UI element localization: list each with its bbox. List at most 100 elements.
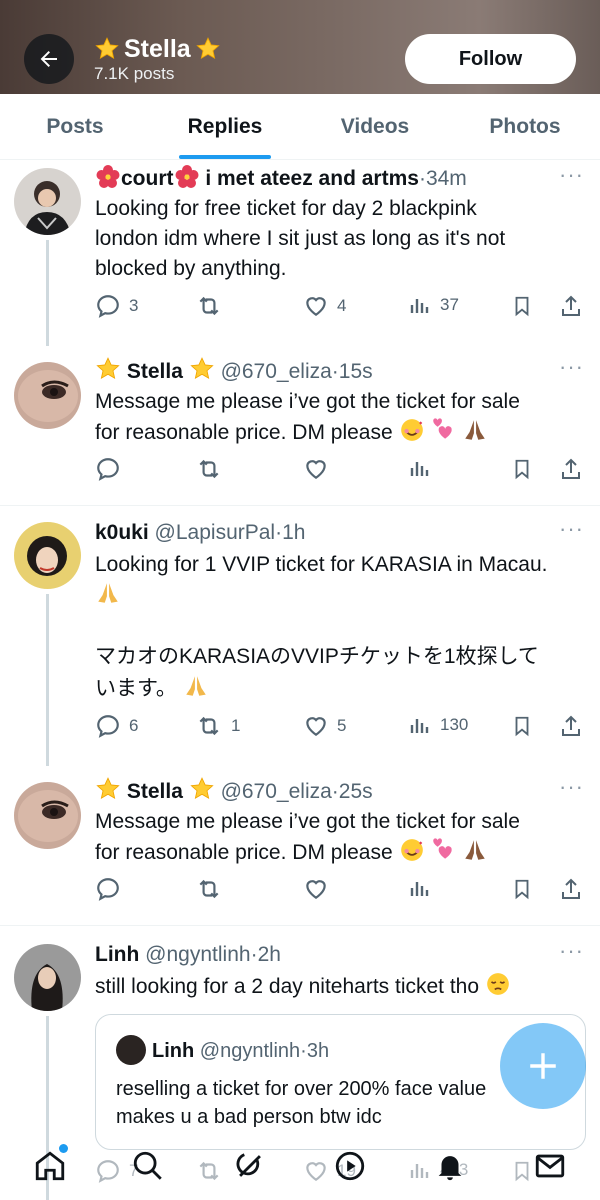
more-options-icon[interactable]: ···	[559, 162, 584, 188]
retweet-button[interactable]	[195, 293, 231, 319]
avatar[interactable]	[14, 782, 81, 849]
author-name[interactable]: Linh	[95, 943, 139, 966]
tweet-text-line: います。	[95, 673, 590, 704]
compose-button[interactable]	[500, 1023, 586, 1109]
retweet-button[interactable]	[195, 876, 231, 902]
tweet-actions: 6 1 5 130	[95, 713, 585, 743]
quote-text-line: reselling a ticket for over 200% face va…	[116, 1078, 487, 1100]
tab-photos[interactable]: Photos	[450, 94, 600, 159]
retweet-button[interactable]: 1	[195, 713, 240, 739]
nav-communities[interactable]	[328, 1144, 372, 1188]
nav-messages[interactable]	[528, 1144, 572, 1188]
tweet[interactable]: Stella @670_eliza·25s ··· Message me ple…	[0, 766, 600, 924]
reply-icon	[97, 1160, 119, 1183]
like-button[interactable]	[303, 456, 337, 482]
nav-notifications[interactable]	[428, 1144, 472, 1188]
tab-videos[interactable]: Videos	[300, 94, 450, 159]
reply-button[interactable]: 3	[95, 293, 138, 319]
tweet[interactable]: Stella @670_eliza·15s ··· Message me ple…	[0, 346, 600, 504]
nav-search[interactable]	[126, 1144, 170, 1188]
author-name-text: Stella	[126, 360, 183, 383]
share-icon	[562, 295, 580, 316]
tweet[interactable]: k0uki @LapisurPal·1h ··· Looking for 1 V…	[0, 506, 600, 766]
author-handle[interactable]: @LapisurPal	[155, 521, 276, 544]
tab-replies[interactable]: Replies	[150, 94, 300, 159]
bookmark-icon	[515, 296, 529, 317]
more-options-icon[interactable]: ···	[559, 774, 584, 800]
nav-grok[interactable]	[228, 1144, 272, 1188]
bookmark-button[interactable]	[511, 293, 533, 319]
tab-label: Photos	[489, 114, 561, 138]
views-button[interactable]	[408, 876, 440, 900]
author-name[interactable]: k0uki	[95, 521, 149, 544]
follow-button[interactable]: Follow	[405, 34, 576, 84]
avatar[interactable]	[14, 168, 81, 235]
profile-title-block: Stella 7.1K posts	[94, 34, 221, 84]
search-icon	[133, 1151, 162, 1180]
tweet-header: Stella @670_eliza·25s	[95, 776, 590, 807]
author-handle[interactable]: @670_eliza	[221, 780, 332, 803]
views-button[interactable]: 37	[408, 293, 459, 317]
retweet-button[interactable]	[195, 1158, 223, 1184]
like-icon	[306, 460, 326, 479]
share-button[interactable]	[559, 713, 583, 739]
share-button[interactable]	[559, 456, 583, 482]
profile-header: Stella 7.1K posts Follow	[0, 0, 600, 94]
reply-button[interactable]	[95, 876, 129, 902]
retweet-icon	[199, 296, 219, 316]
retweet-button[interactable]	[195, 456, 231, 482]
reply-button[interactable]	[95, 456, 129, 482]
more-options-icon[interactable]: ···	[559, 354, 584, 380]
tab-posts[interactable]: Posts	[0, 94, 150, 159]
reply-button[interactable]: 6	[95, 713, 138, 739]
avatar[interactable]	[14, 944, 81, 1011]
views-button[interactable]	[408, 456, 440, 480]
author-name[interactable]: Stella	[95, 357, 215, 383]
avatar[interactable]	[14, 362, 81, 429]
tweet[interactable]: court i met ateez and artms·34m ··· Look…	[0, 160, 600, 346]
author-handle[interactable]: @670_eliza	[221, 360, 332, 383]
quote-avatar	[116, 1035, 146, 1065]
bookmark-button[interactable]	[511, 456, 533, 482]
active-tab-indicator	[179, 155, 271, 159]
bookmark-icon	[515, 459, 529, 480]
tweet-text-line: for reasonable price. DM please	[95, 837, 590, 868]
more-options-icon[interactable]: ···	[559, 938, 584, 964]
tweet-actions	[95, 876, 585, 906]
tweet-text-line: london idm where I sit just as long as i…	[95, 227, 506, 250]
author-handle[interactable]: @ngyntlinh	[145, 943, 250, 966]
like-button[interactable]: 5	[303, 713, 346, 739]
tab-label: Posts	[46, 114, 104, 138]
author-name-text: Stella	[126, 780, 183, 803]
star-icon	[196, 37, 220, 59]
like-count: 5	[337, 716, 347, 735]
separator: ·	[331, 780, 339, 803]
author-name[interactable]: Stella	[95, 777, 215, 803]
views-icon	[410, 882, 429, 896]
nav-home[interactable]	[28, 1144, 72, 1188]
author-name[interactable]: court i met ateez and artms	[95, 165, 419, 190]
like-icon	[306, 297, 326, 316]
profile-name-text: Stella	[124, 35, 191, 63]
share-button[interactable]	[559, 293, 583, 319]
tweet-text: for reasonable price. DM please	[95, 841, 393, 864]
tweet-time: 2h	[257, 943, 281, 966]
tweet-header: k0uki @LapisurPal·1h	[95, 518, 590, 548]
bookmark-button[interactable]	[511, 876, 533, 902]
folded-hands-icon	[465, 840, 485, 860]
like-button[interactable]	[303, 876, 337, 902]
bookmark-button[interactable]	[511, 713, 533, 739]
views-button[interactable]: 130	[408, 713, 468, 737]
star-icon	[95, 37, 119, 59]
share-button[interactable]	[559, 876, 583, 902]
smiling-face-hearts-icon	[400, 419, 423, 441]
tweet-text: still looking for a 2 day niteharts tick…	[95, 975, 480, 998]
tweet-text-line: Message me please i’ve got the ticket fo…	[95, 810, 520, 833]
more-options-icon[interactable]: ···	[559, 516, 584, 542]
like-button[interactable]: 4	[303, 293, 346, 319]
back-button[interactable]	[24, 34, 74, 84]
retweet-icon	[199, 879, 219, 899]
messages-icon	[535, 1154, 565, 1178]
avatar[interactable]	[14, 522, 81, 589]
tweet-time: 34m	[425, 167, 467, 190]
